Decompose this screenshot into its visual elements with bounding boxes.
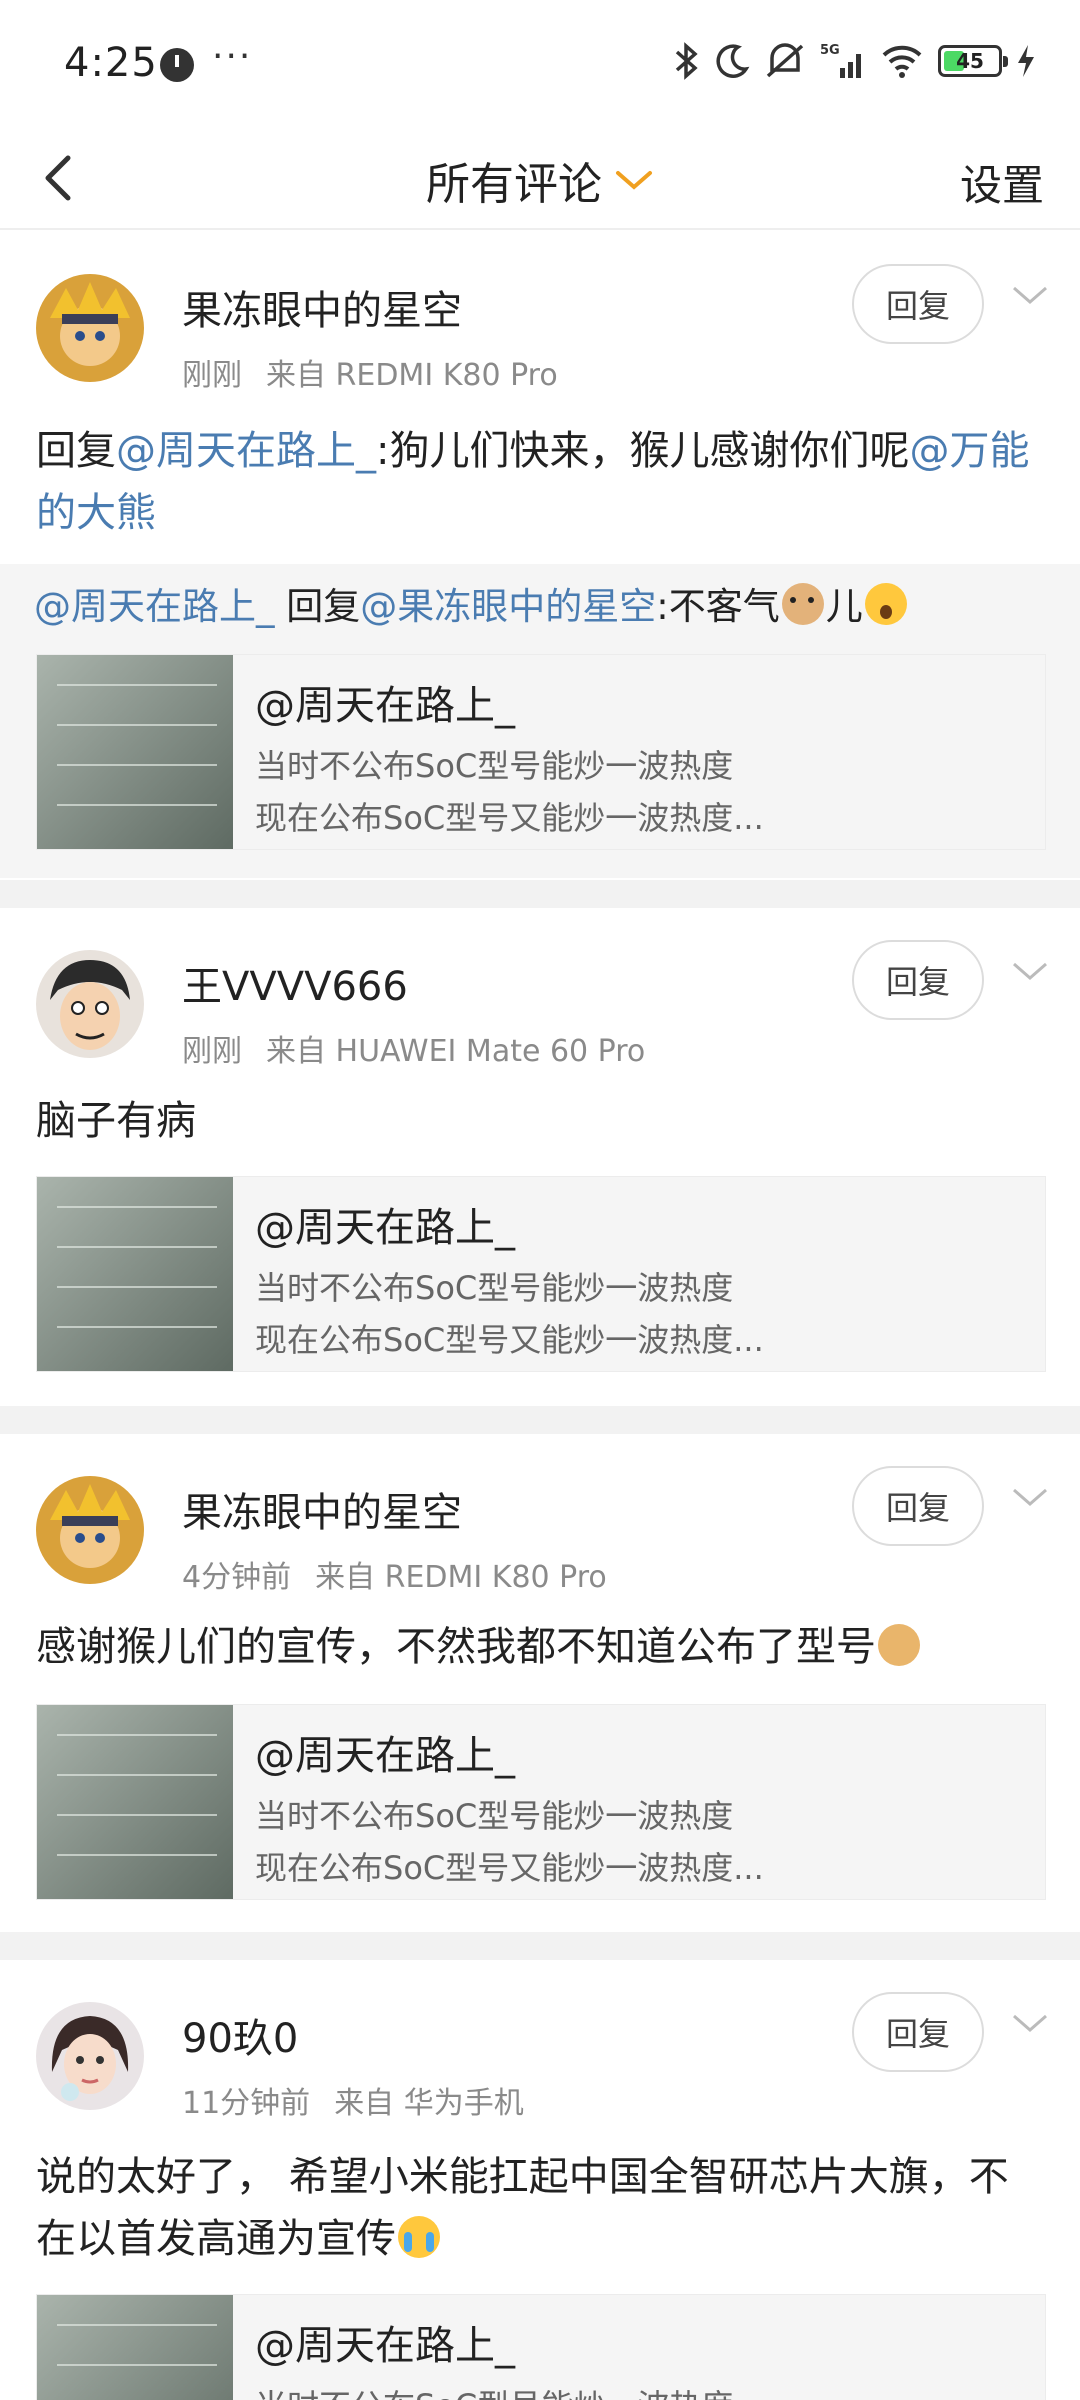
doge-emoji-icon <box>878 1624 920 1666</box>
settings-button[interactable]: 设置 <box>960 152 1044 213</box>
status-time: 4:25 <box>64 40 158 86</box>
chevron-down-icon <box>616 171 652 190</box>
chevron-down-icon[interactable] <box>1010 960 1050 984</box>
card-author: @周天在路上_ <box>255 1733 515 1779</box>
card-summary-line: 当时不公布SoC型号能炒一波热度 <box>255 2381 733 2400</box>
comment-item: 王VVVV666 刚刚 来自 HUAWEI Mate 60 Pro 回复 脑子有病… <box>0 908 1080 1400</box>
comment-meta: 刚刚 来自 HUAWEI Mate 60 Pro <box>182 1026 645 1070</box>
card-summary-line: 现在公布SoC型号又能炒一波热度... <box>255 1849 764 1887</box>
username[interactable]: 90玖0 <box>182 2006 298 2064</box>
sub-reply-text[interactable]: @周天在路上_ 回复@果冻眼中的星空:不客气儿 <box>34 576 909 630</box>
signal-icon: 5G <box>820 43 861 78</box>
username[interactable]: 王VVVV666 <box>182 954 408 1012</box>
section-divider <box>0 1932 1080 1960</box>
reply-button[interactable]: 回复 <box>852 1466 984 1546</box>
comment-item: 90玖0 11分钟前 来自 华为手机 回复 说的太好了， 希望小米能扛起中国全智研… <box>0 1960 1080 2400</box>
card-author: @周天在路上_ <box>255 683 515 729</box>
chevron-down-icon[interactable] <box>1010 284 1050 308</box>
svg-text:5G: 5G <box>820 43 840 58</box>
post-thumbnail <box>37 1177 233 1371</box>
battery-level: 45 <box>956 49 984 73</box>
original-post-card[interactable]: @周天在路上_ 当时不公布SoC型号能炒一波热度 现在公布SoC型号又能炒一波热… <box>36 654 1046 850</box>
status-bar: 4:25 ··· 5G 45 <box>0 0 1080 130</box>
mute-icon <box>766 43 804 78</box>
comment-source: 来自 华为手机 <box>334 2086 524 2121</box>
comment-time: 11分钟前 <box>182 2086 311 2121</box>
avatar[interactable] <box>36 950 144 1058</box>
comment-text: 感谢猴儿们的宣传，不然我都不知道公布了型号 <box>36 1616 1044 1678</box>
card-summary-line: 现在公布SoC型号又能炒一波热度... <box>255 799 764 837</box>
avatar[interactable] <box>36 274 144 382</box>
comment-text: 说的太好了， 希望小米能扛起中国全智研芯片大旗，不在以首发高通为宣传 <box>36 2154 1009 2262</box>
comment-meta: 4分钟前 来自 REDMI K80 Pro <box>182 1552 607 1596</box>
mention-link[interactable]: @周天在路上_ <box>116 428 376 474</box>
chevron-down-icon[interactable] <box>1010 1486 1050 1510</box>
top-navigation-bar: 所有评论 设置 <box>0 130 1080 230</box>
comment-time: 刚刚 <box>182 358 242 393</box>
charging-icon <box>1018 45 1034 77</box>
dog-emoji-icon <box>781 583 824 625</box>
more-notifications-icon: ··· <box>212 36 253 77</box>
comment-source: 来自 REDMI K80 Pro <box>266 358 558 393</box>
comment-time: 刚刚 <box>182 1034 242 1069</box>
bluetooth-icon <box>675 42 698 80</box>
chevron-down-icon[interactable] <box>1010 2012 1050 2036</box>
comment-text: 脑子有病 <box>36 1098 196 1144</box>
original-post-card[interactable]: @周天在路上_ 当时不公布SoC型号能炒一波热度 现在公布SoC型号又能炒一波热… <box>36 1176 1046 1372</box>
comment-source: 来自 HUAWEI Mate 60 Pro <box>266 1034 646 1069</box>
card-summary-line: 当时不公布SoC型号能炒一波热度 <box>255 1797 734 1835</box>
original-post-card[interactable]: @周天在路上_ 当时不公布SoC型号能炒一波热度 <box>36 2294 1046 2400</box>
mention-link[interactable]: @果冻眼中的星空 <box>360 585 656 628</box>
filter-selector[interactable]: 所有评论 <box>426 148 654 212</box>
post-thumbnail <box>37 2295 233 2400</box>
reply-button[interactable]: 回复 <box>852 264 984 344</box>
status-icons: 5G 45 <box>674 38 1036 84</box>
crying-emoji-icon <box>398 2216 440 2258</box>
section-divider <box>0 1406 1080 1434</box>
comment-item: 果冻眼中的星空 刚刚 来自 REDMI K80 Pro 回复 回复@周天在路上_:… <box>0 232 1080 564</box>
original-post-card[interactable]: @周天在路上_ 当时不公布SoC型号能炒一波热度 现在公布SoC型号又能炒一波热… <box>36 1704 1046 1900</box>
card-author: @周天在路上_ <box>255 1205 515 1251</box>
wifi-icon <box>882 45 922 78</box>
post-thumbnail <box>37 1705 233 1899</box>
reply-button[interactable]: 回复 <box>852 1992 984 2072</box>
clock-icon <box>160 48 194 82</box>
comment-text: 回复@周天在路上_:狗儿们快来，猴儿感谢你们呢@万能的大熊 <box>36 428 1030 536</box>
surprised-emoji-icon <box>864 583 907 625</box>
comment-filter-dropdown: 所有评论 <box>0 148 1080 212</box>
avatar[interactable] <box>36 1476 144 1584</box>
battery-icon: 45 <box>938 45 1008 77</box>
do-not-disturb-icon <box>716 44 750 78</box>
section-divider <box>0 880 1080 908</box>
comment-item: 果冻眼中的星空 4分钟前 来自 REDMI K80 Pro 回复 感谢猴儿们的宣传… <box>0 1434 1080 1926</box>
comment-meta: 刚刚 来自 REDMI K80 Pro <box>182 350 558 394</box>
avatar[interactable] <box>36 2002 144 2110</box>
card-summary-line: 当时不公布SoC型号能炒一波热度 <box>255 1269 734 1307</box>
comment-source: 来自 REDMI K80 Pro <box>315 1560 607 1595</box>
post-thumbnail <box>37 655 233 849</box>
comment-time: 4分钟前 <box>182 1560 292 1595</box>
card-summary-line: 现在公布SoC型号又能炒一波热度... <box>255 1321 764 1359</box>
mention-link[interactable]: @周天在路上_ <box>34 585 275 628</box>
page-title: 所有评论 <box>426 159 602 210</box>
card-summary-line: 当时不公布SoC型号能炒一波热度 <box>255 747 734 785</box>
username[interactable]: 果冻眼中的星空 <box>182 1480 462 1538</box>
reply-button[interactable]: 回复 <box>852 940 984 1020</box>
comment-meta: 11分钟前 来自 华为手机 <box>182 2078 524 2122</box>
username[interactable]: 果冻眼中的星空 <box>182 278 462 336</box>
card-author: @周天在路上_ <box>255 2323 515 2369</box>
